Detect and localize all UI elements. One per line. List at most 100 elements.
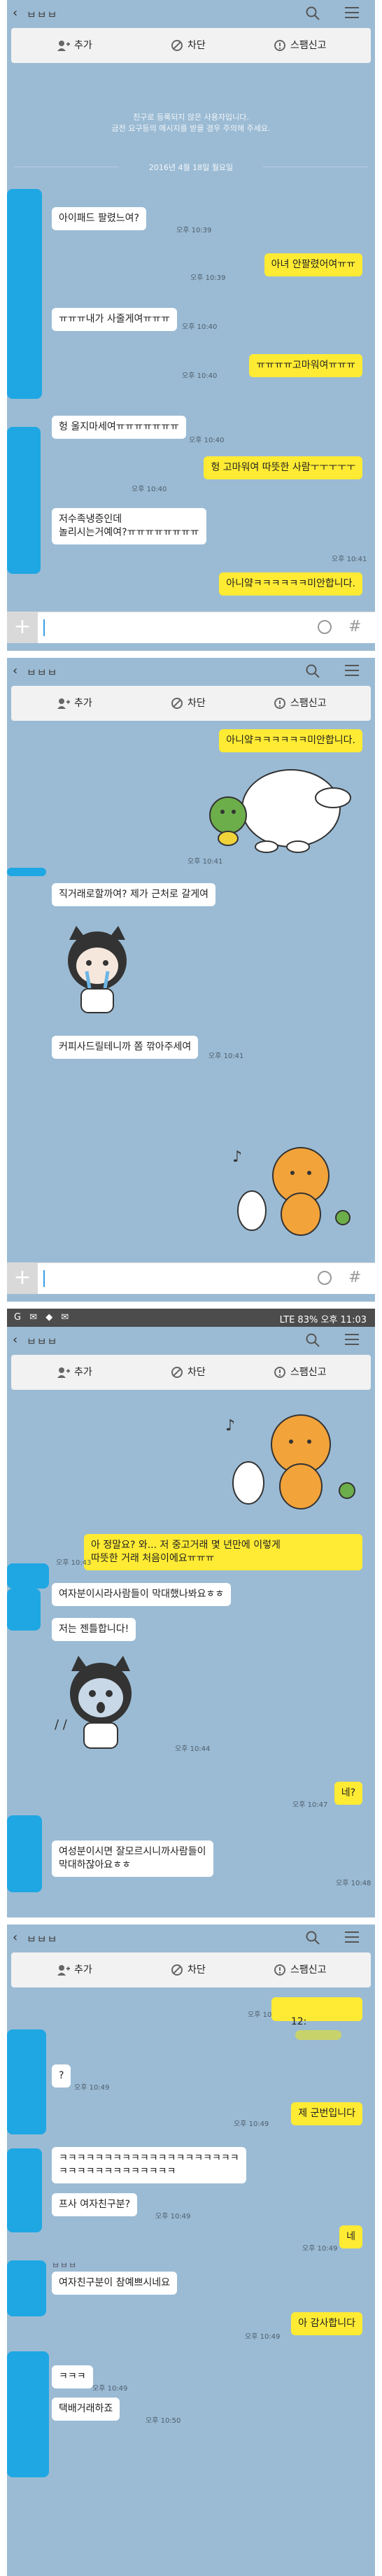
- menu-icon[interactable]: [345, 1334, 359, 1349]
- plus-icon[interactable]: +: [7, 612, 38, 643]
- search-icon[interactable]: [305, 6, 320, 21]
- network-label: LTE: [279, 1315, 295, 1325]
- redacted-avatar: [7, 2351, 49, 2477]
- add-friend-label: 추가: [74, 1367, 92, 1378]
- report-button[interactable]: 스팸신고: [274, 38, 327, 53]
- friend-action-bar: 추가 차단 스팸신고: [11, 28, 371, 63]
- message-time: 오후 10:43: [56, 1559, 92, 1567]
- block-button[interactable]: 차단: [171, 38, 206, 53]
- emoji-icon[interactable]: [318, 620, 332, 634]
- message-bubble: 저수족냉증인데 놀리시는거예여?ㅠㅠㅠㅠㅠㅠㅠㅠ: [52, 508, 206, 544]
- battery-label: 83%: [297, 1315, 318, 1325]
- my-message-bubble: 네?: [334, 1782, 362, 1805]
- back-arrow-icon[interactable]: ‹: [13, 1930, 17, 1945]
- add-friend-button[interactable]: 추가: [57, 38, 92, 53]
- date-label: 2016년 4월 18일 월요일: [148, 163, 234, 172]
- menu-icon[interactable]: [345, 665, 359, 680]
- chat-screenshot-1: ‹ ㅂㅂㅂ 추가 차단 스팸신고 친구로 등록되지 않은 사용자입니다. 금전 …: [7, 0, 375, 651]
- hash-icon[interactable]: #: [348, 1269, 361, 1286]
- chat-screenshot-2: ‹ ㅂㅂㅂ 추가 차단 스팸신고 아니얔ㅋㅋㅋㅋㅋㅋ미안합니다. 오후 10:4…: [7, 658, 375, 1302]
- menu-icon[interactable]: [345, 1931, 359, 1946]
- menu-icon[interactable]: [345, 7, 359, 22]
- message-bubble: 헝 울지마세여ㅠㅠㅠㅠㅠㅠㅠ: [52, 416, 186, 439]
- blurred-number: [295, 2030, 341, 2040]
- message-time: 오후 10:49: [155, 2213, 191, 2220]
- back-arrow-icon[interactable]: ‹: [13, 663, 17, 678]
- message-input[interactable]: [43, 1270, 45, 1287]
- friend-action-bar: 추가 차단 스팸신고: [11, 686, 371, 721]
- chat-header: ‹ ㅂㅂㅂ: [7, 0, 375, 27]
- status-icons: G ✉ ◆ ✉: [14, 1312, 72, 1323]
- redacted-avatar: [7, 427, 41, 574]
- message-bubble: 프사 여자친구분?: [52, 2193, 138, 2216]
- plus-icon[interactable]: +: [7, 1263, 38, 1294]
- dancing-lion-sticker: ♪: [232, 1147, 351, 1236]
- block-label: 차단: [188, 1367, 206, 1378]
- add-friend-button[interactable]: 추가: [57, 696, 92, 711]
- message-bubble: 직거래로할까여? 제가 근처로 갈게여: [52, 883, 215, 906]
- notice-line-2: 금전 요구등의 메시지를 받을 경우 주의해 주세요.: [111, 124, 271, 133]
- redacted-avatar: [7, 1563, 49, 1589]
- message-time: 오후 10:49: [234, 2120, 269, 2128]
- search-icon[interactable]: [305, 663, 320, 679]
- back-arrow-icon[interactable]: ‹: [13, 1332, 17, 1347]
- add-friend-button[interactable]: 추가: [57, 1962, 92, 1978]
- status-right: LTE 83% 오후 11:03: [280, 1312, 367, 1325]
- redacted-avatar: [7, 1589, 41, 1631]
- block-label: 차단: [188, 698, 206, 709]
- add-friend-button[interactable]: 추가: [57, 1365, 92, 1380]
- redacted-avatar: [7, 189, 42, 399]
- message-time: 오후 10:49: [74, 2084, 110, 2092]
- message-time: 오후 10:39: [176, 227, 212, 234]
- block-button[interactable]: 차단: [171, 696, 206, 711]
- chat-screenshot-4: ‹ ㅂㅂㅂ 추가 차단 스팸신고 오후 10:48 12: ? 오후 10:49…: [7, 1924, 375, 2576]
- date-divider: 2016년 4월 18일 월요일: [7, 160, 375, 174]
- report-icon: [274, 698, 285, 709]
- back-arrow-icon[interactable]: ‹: [13, 6, 17, 20]
- friend-action-bar: 추가 차단 스팸신고: [11, 1355, 371, 1390]
- redacted-avatar: [7, 2029, 46, 2134]
- message-time: 오후 10:39: [190, 274, 226, 282]
- report-icon: [274, 1367, 285, 1378]
- clock: 오후 11:03: [320, 1315, 367, 1325]
- message-bubble: ㅋㅋㅋㅋㅋㅋㅋㅋㅋㅋㅋㅋㅋㅋㅋㅋㅋㅋㅋㅋ ㅋㅋㅋㅋㅋㅋㅋㅋㅋㅋㅋㅋㅋ: [52, 2147, 246, 2183]
- block-button[interactable]: 차단: [171, 1962, 206, 1978]
- message-time: 오후 10:41: [332, 556, 367, 563]
- my-message-bubble: 아니얔ㅋㅋㅋㅋㅋㅋ미안합니다.: [219, 729, 362, 752]
- block-label: 차단: [188, 40, 206, 51]
- message-bubble: ?: [52, 2064, 71, 2088]
- message-bubble: 아이패드 팔렸느여?: [52, 207, 146, 230]
- dancing-lion-sticker: ♪: [225, 1414, 355, 1509]
- my-message-bubble: ㅠㅠㅠㅠ고마워여ㅠㅠㅠ: [249, 354, 362, 377]
- block-button[interactable]: 차단: [171, 1365, 206, 1380]
- message-input[interactable]: [43, 619, 45, 636]
- search-icon[interactable]: [305, 1930, 320, 1945]
- chat-title: ㅂㅂㅂ: [27, 666, 58, 679]
- svg-text:♪: ♪: [232, 1148, 242, 1166]
- message-bubble: 커피사드릴테니까 쫌 깎아주세여: [52, 1036, 199, 1059]
- message-time: 오후 10:49: [302, 2245, 338, 2253]
- hugging-character-sticker: [209, 769, 351, 853]
- message-time: 오후 10:50: [146, 2417, 181, 2425]
- redacted-avatar: [7, 2260, 46, 2316]
- message-time: 오후 10:40: [182, 323, 218, 331]
- report-button[interactable]: 스팸신고: [274, 1365, 327, 1380]
- block-icon: [171, 40, 183, 51]
- message-time: 오후 10:40: [182, 372, 218, 380]
- report-button[interactable]: 스팸신고: [274, 696, 327, 711]
- sender-name: ㅂㅂㅂ: [52, 2260, 78, 2270]
- search-icon[interactable]: [305, 1332, 320, 1348]
- message-time: 오후 10:41: [208, 1053, 244, 1060]
- my-message-bubble: 아니얔ㅋㅋㅋㅋㅋㅋ미안합니다.: [219, 572, 362, 596]
- report-button[interactable]: 스팸신고: [274, 1962, 327, 1978]
- message-time: 오후 10:40: [132, 486, 167, 493]
- add-friend-label: 추가: [74, 698, 92, 709]
- chat-title: ㅂㅂㅂ: [27, 8, 58, 21]
- message-input-bar: + #: [7, 1262, 375, 1294]
- status-bar: G ✉ ◆ ✉ LTE 83% 오후 11:03: [7, 1309, 375, 1327]
- hash-icon[interactable]: #: [348, 618, 361, 635]
- add-friend-icon: [57, 1367, 70, 1378]
- emoji-icon[interactable]: [318, 1271, 332, 1285]
- redacted-avatar: [7, 1815, 42, 1892]
- report-label: 스팸신고: [290, 1367, 327, 1378]
